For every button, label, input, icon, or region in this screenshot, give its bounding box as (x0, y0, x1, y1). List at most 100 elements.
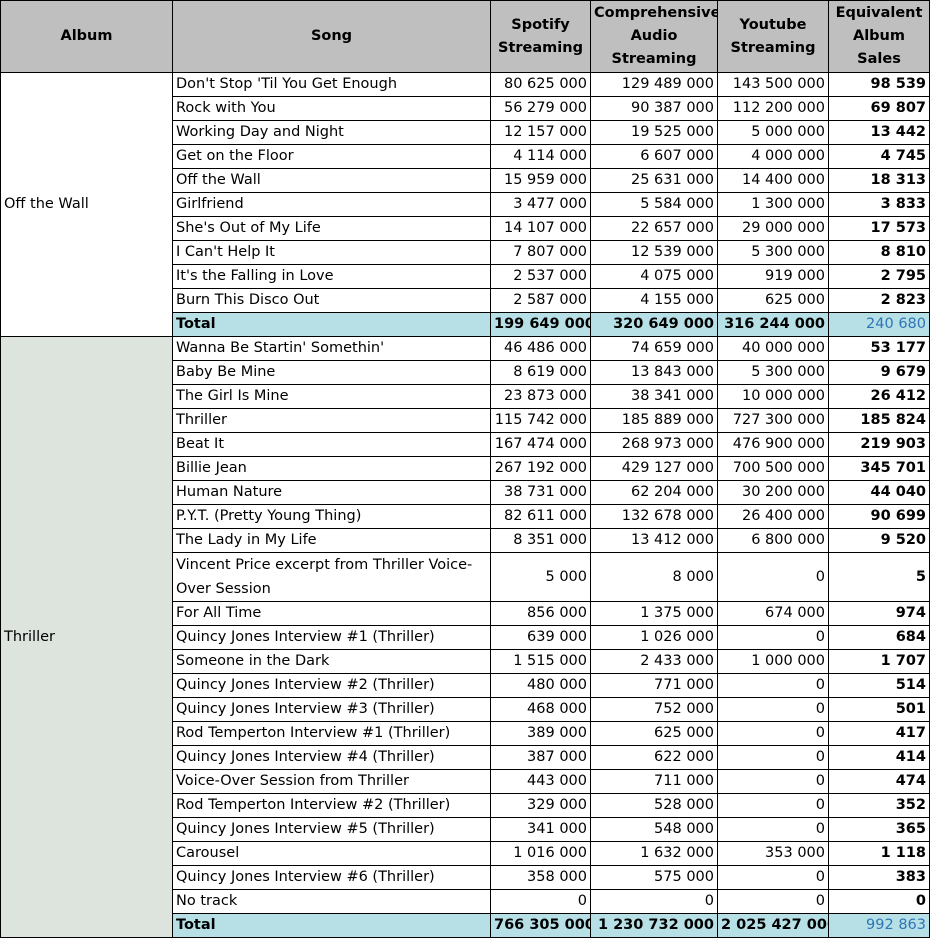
song-cell: Quincy Jones Interview #3 (Thriller) (172, 697, 491, 722)
audio-streaming-cell: 25 631 000 (590, 168, 718, 193)
audio-streaming-cell: 62 204 000 (590, 480, 718, 505)
youtube-streaming-cell: 5 000 000 (717, 120, 829, 145)
table-header: Album Song Spotify Streaming Comprehensi… (0, 0, 930, 73)
equivalent-album-sales-cell: 26 412 (828, 384, 930, 409)
spotify-streaming-cell: 46 486 000 (490, 336, 591, 361)
equivalent-album-sales-cell: 219 903 (828, 432, 930, 457)
spotify-streaming-cell: 267 192 000 (490, 456, 591, 481)
youtube-streaming-cell: 0 (717, 721, 829, 746)
song-cell: Voice-Over Session from Thriller (172, 769, 491, 794)
song-cell: She's Out of My Life (172, 216, 491, 241)
song-cell: Someone in the Dark (172, 649, 491, 674)
equivalent-album-sales-cell: 44 040 (828, 480, 930, 505)
audio-streaming-cell: 0 (590, 889, 718, 914)
spotify-streaming-cell: 2 587 000 (490, 288, 591, 313)
total-equivalent-album-sales-cell: 992 863 (828, 913, 930, 938)
audio-streaming-cell: 2 433 000 (590, 649, 718, 674)
equivalent-album-sales-cell: 474 (828, 769, 930, 794)
total-audio-streaming-cell: 1 230 732 000 (590, 913, 718, 938)
spotify-streaming-cell: 8 351 000 (490, 528, 591, 553)
spotify-streaming-cell: 341 000 (490, 817, 591, 842)
youtube-streaming-cell: 0 (717, 889, 829, 914)
equivalent-album-sales-cell: 13 442 (828, 120, 930, 145)
equivalent-album-sales-cell: 4 745 (828, 144, 930, 169)
audio-streaming-cell: 13 412 000 (590, 528, 718, 553)
spotify-streaming-cell: 56 279 000 (490, 96, 591, 121)
total-spotify-streaming-cell: 199 649 000 (490, 312, 591, 337)
youtube-streaming-cell: 143 500 000 (717, 72, 829, 97)
spotify-streaming-cell: 2 537 000 (490, 264, 591, 289)
song-cell: Quincy Jones Interview #4 (Thriller) (172, 745, 491, 770)
equivalent-album-sales-cell: 98 539 (828, 72, 930, 97)
song-cell: The Girl Is Mine (172, 384, 491, 409)
audio-streaming-cell: 575 000 (590, 865, 718, 890)
total-audio-streaming-cell: 320 649 000 (590, 312, 718, 337)
equivalent-album-sales-cell: 414 (828, 745, 930, 770)
song-cell: Quincy Jones Interview #5 (Thriller) (172, 817, 491, 842)
album-name-cell: Off the Wall (0, 72, 173, 337)
equivalent-album-sales-cell: 383 (828, 865, 930, 890)
audio-streaming-cell: 268 973 000 (590, 432, 718, 457)
audio-streaming-cell: 4 075 000 (590, 264, 718, 289)
youtube-streaming-cell: 10 000 000 (717, 384, 829, 409)
youtube-streaming-cell: 476 900 000 (717, 432, 829, 457)
equivalent-album-sales-cell: 1 707 (828, 649, 930, 674)
total-youtube-streaming-cell: 2 025 427 000 (717, 913, 829, 938)
spotify-streaming-cell: 167 474 000 (490, 432, 591, 457)
audio-streaming-cell: 1 375 000 (590, 601, 718, 626)
youtube-streaming-cell: 0 (717, 769, 829, 794)
spotify-streaming-cell: 1 515 000 (490, 649, 591, 674)
song-cell: Vincent Price excerpt from Thriller Voic… (172, 552, 491, 602)
audio-streaming-cell: 12 539 000 (590, 240, 718, 265)
equivalent-album-sales-cell: 2 795 (828, 264, 930, 289)
youtube-streaming-cell: 30 200 000 (717, 480, 829, 505)
audio-streaming-cell: 548 000 (590, 817, 718, 842)
equivalent-album-sales-cell: 69 807 (828, 96, 930, 121)
youtube-streaming-cell: 5 300 000 (717, 360, 829, 385)
equivalent-album-sales-cell: 185 824 (828, 408, 930, 433)
equivalent-album-sales-cell: 0 (828, 889, 930, 914)
audio-streaming-cell: 19 525 000 (590, 120, 718, 145)
spotify-streaming-cell: 12 157 000 (490, 120, 591, 145)
spotify-streaming-cell: 443 000 (490, 769, 591, 794)
song-cell: Rock with You (172, 96, 491, 121)
song-cell: I Can't Help It (172, 240, 491, 265)
youtube-streaming-cell: 29 000 000 (717, 216, 829, 241)
spotify-streaming-cell: 4 114 000 (490, 144, 591, 169)
spotify-streaming-cell: 0 (490, 889, 591, 914)
youtube-streaming-cell: 700 500 000 (717, 456, 829, 481)
youtube-streaming-cell: 353 000 (717, 841, 829, 866)
youtube-streaming-cell: 0 (717, 745, 829, 770)
song-cell: Don't Stop 'Til You Get Enough (172, 72, 491, 97)
equivalent-album-sales-cell: 1 118 (828, 841, 930, 866)
total-spotify-streaming-cell: 766 305 000 (490, 913, 591, 938)
equivalent-album-sales-cell: 501 (828, 697, 930, 722)
song-cell: Girlfriend (172, 192, 491, 217)
spotify-streaming-cell: 80 625 000 (490, 72, 591, 97)
song-cell: Beat It (172, 432, 491, 457)
equivalent-album-sales-cell: 18 313 (828, 168, 930, 193)
header-row: Album Song Spotify Streaming Comprehensi… (0, 0, 930, 73)
youtube-streaming-cell: 6 800 000 (717, 528, 829, 553)
youtube-streaming-cell: 0 (717, 625, 829, 650)
youtube-streaming-cell: 625 000 (717, 288, 829, 313)
equivalent-album-sales-cell: 365 (828, 817, 930, 842)
spotify-streaming-cell: 387 000 (490, 745, 591, 770)
equivalent-album-sales-cell: 3 833 (828, 192, 930, 217)
song-cell: For All Time (172, 601, 491, 626)
audio-streaming-cell: 4 155 000 (590, 288, 718, 313)
audio-streaming-cell: 132 678 000 (590, 504, 718, 529)
audio-streaming-cell: 8 000 (590, 552, 718, 602)
song-cell: Working Day and Night (172, 120, 491, 145)
song-cell: Get on the Floor (172, 144, 491, 169)
youtube-streaming-cell: 1 000 000 (717, 649, 829, 674)
spotify-streaming-cell: 329 000 (490, 793, 591, 818)
table-body: Off the Wall Don't Stop 'Til You Get Enou… (0, 72, 930, 938)
youtube-streaming-cell: 14 400 000 (717, 168, 829, 193)
spotify-streaming-cell: 5 000 (490, 552, 591, 602)
header-equivalent-album-sales: Equivalent Album Sales (828, 0, 930, 73)
audio-streaming-cell: 6 607 000 (590, 144, 718, 169)
audio-streaming-cell: 622 000 (590, 745, 718, 770)
spotify-streaming-cell: 82 611 000 (490, 504, 591, 529)
table-row: Off the Wall Don't Stop 'Til You Get Enou… (0, 72, 930, 337)
